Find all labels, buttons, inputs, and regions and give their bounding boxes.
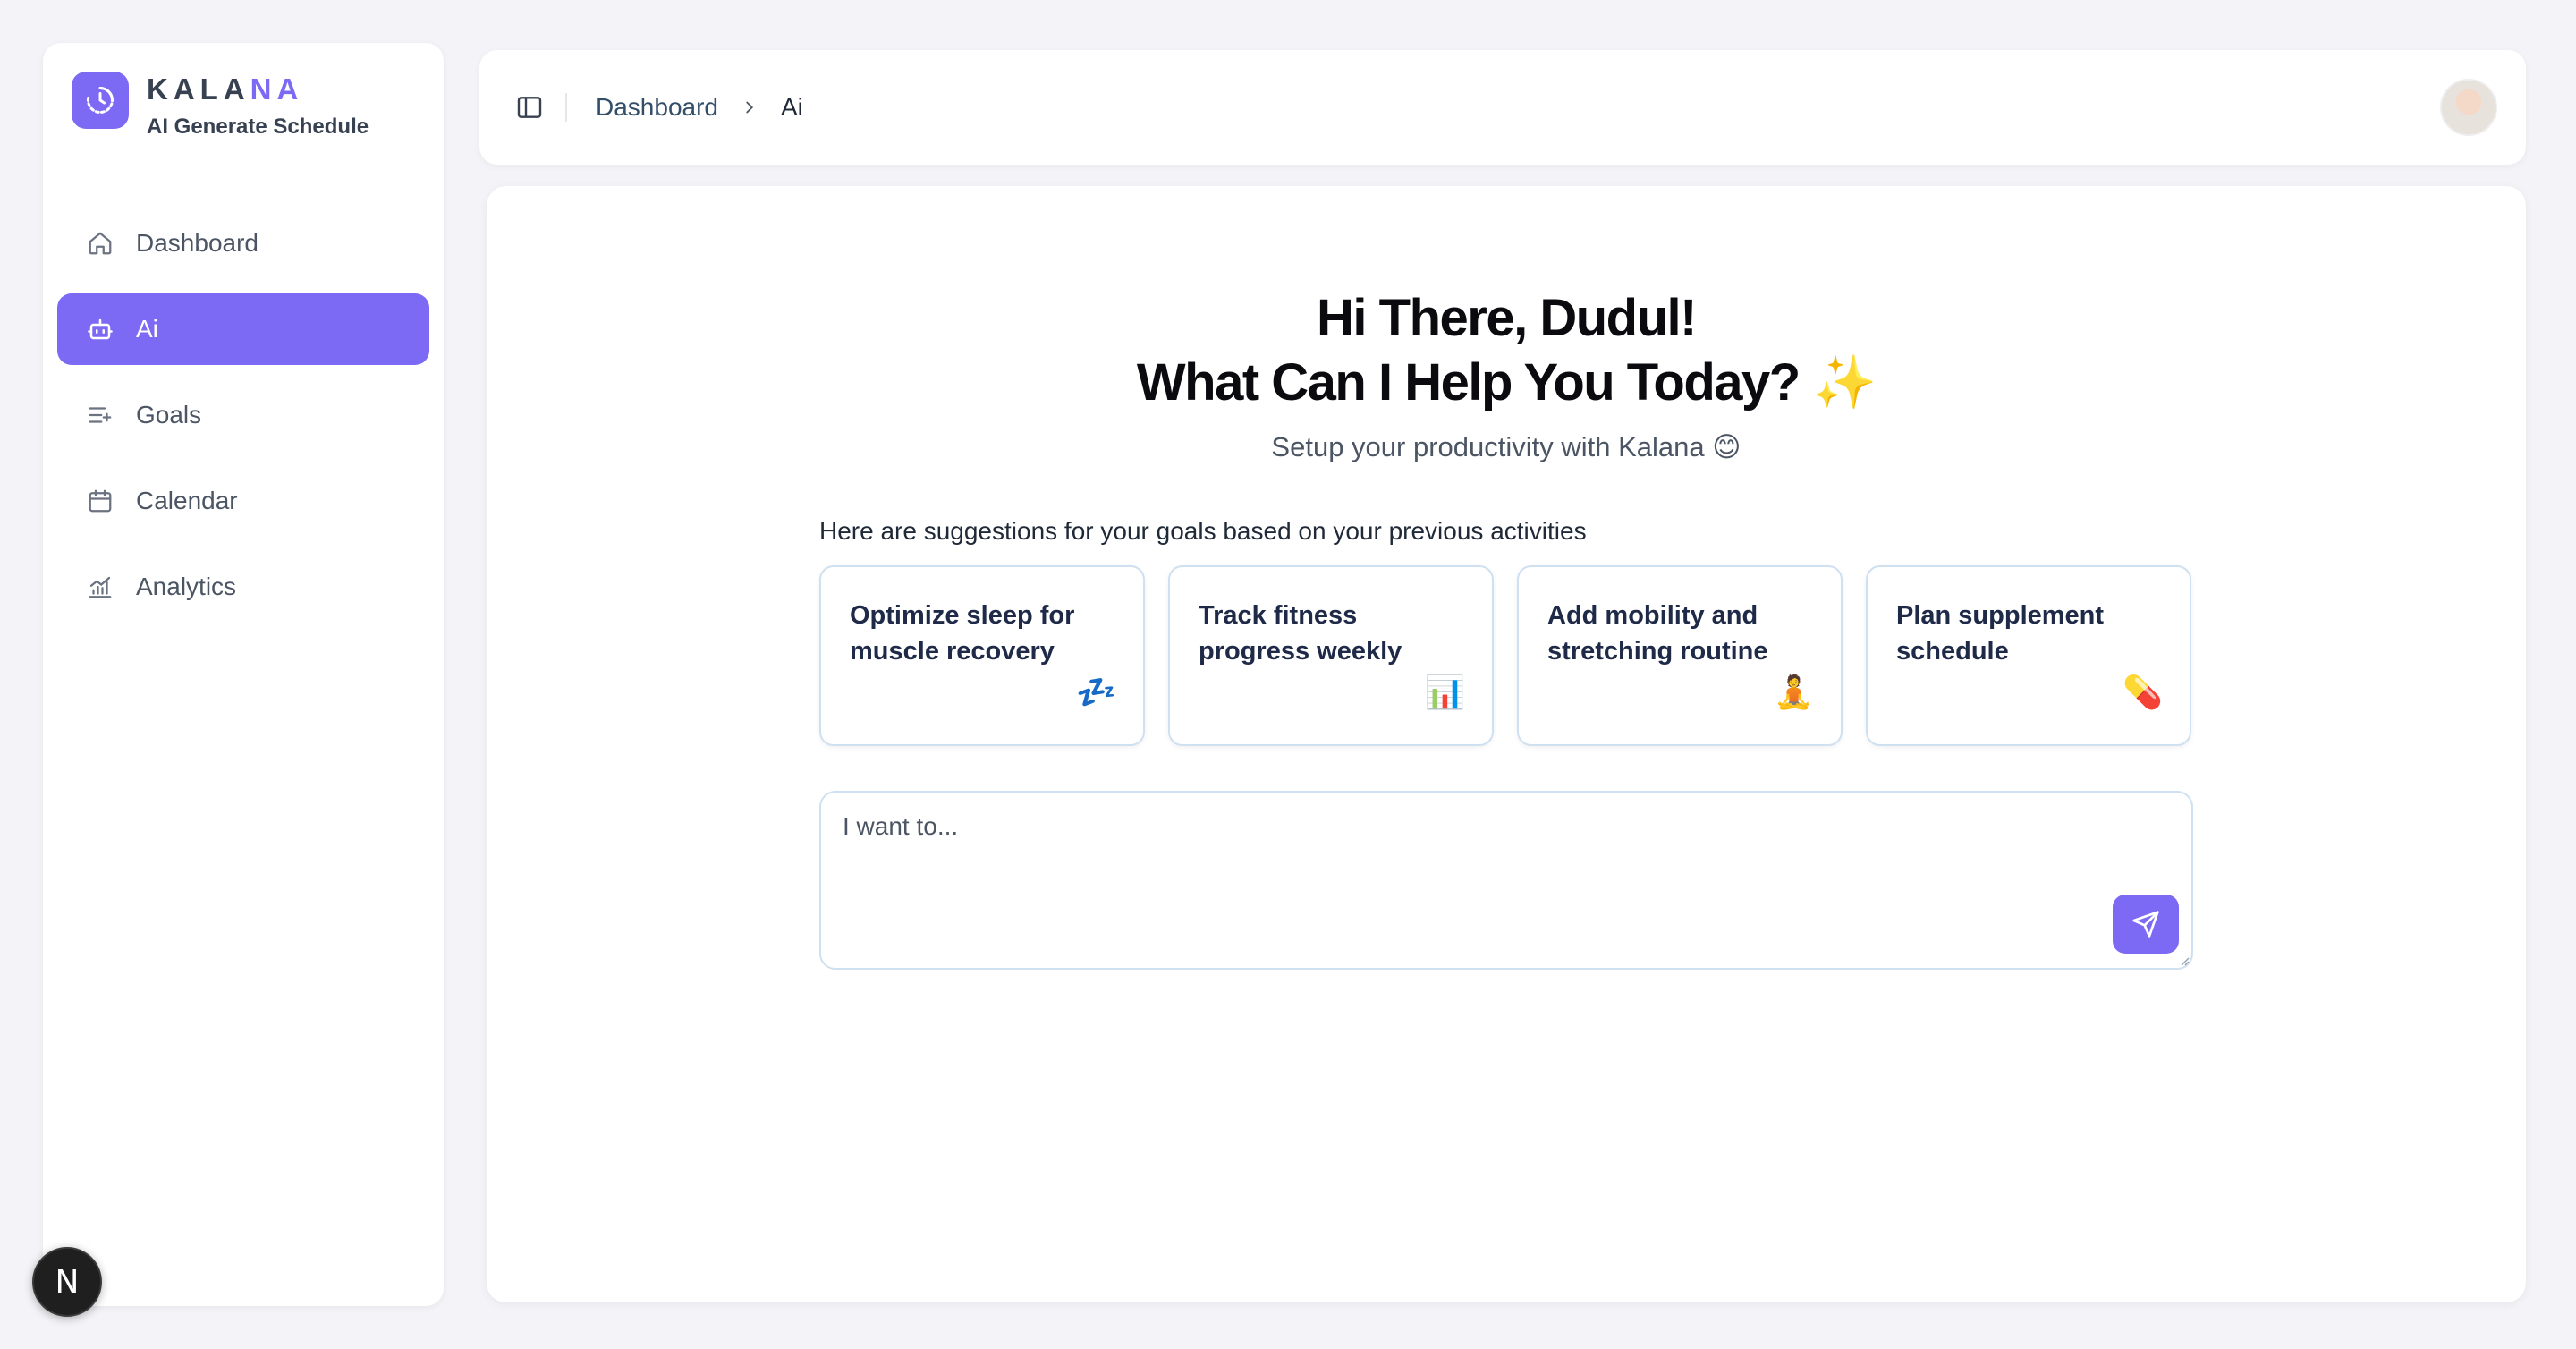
sidebar: KALANA AI Generate Schedule Dashboard Ai… [43, 43, 444, 1306]
sidebar-item-analytics[interactable]: Analytics [57, 551, 429, 623]
sidebar-item-goals[interactable]: Goals [57, 379, 429, 451]
sidebar-item-ai[interactable]: Ai [57, 293, 429, 365]
next-logo-icon: N [55, 1263, 80, 1301]
suggestion-card[interactable]: Plan supplement schedule 💊 [1866, 565, 2191, 746]
suggestion-text: Plan supplement schedule [1896, 601, 2105, 666]
prompt-input[interactable] [821, 793, 2191, 968]
sidebar-item-dashboard[interactable]: Dashboard [57, 208, 429, 279]
breadcrumb-dashboard[interactable]: Dashboard [596, 93, 718, 122]
ai-panel: Hi There, Dudul! What Can I Help You Tod… [487, 186, 2526, 1302]
prompt-composer [819, 791, 2193, 970]
sidebar-nav: Dashboard Ai Goals Calendar Analytics [57, 208, 429, 637]
suggestion-card[interactable]: Track fitness progress weekly 📊 [1168, 565, 1494, 746]
sleep-emoji-icon: 💤 [1076, 674, 1116, 710]
sidebar-toggle-icon [517, 97, 542, 118]
breadcrumb-current: Ai [780, 93, 803, 121]
send-button[interactable] [2113, 895, 2179, 954]
sidebar-item-label: Ai [136, 315, 158, 343]
sidebar-item-label: Dashboard [136, 229, 258, 257]
home-icon [86, 229, 114, 258]
greeting: Hi There, Dudul! What Can I Help You Tod… [487, 286, 2526, 415]
robot-icon [86, 315, 114, 344]
suggestion-text: Add mobility and stretching routine [1547, 601, 1768, 666]
page-subtitle: Setup your productivity with Kalana 😊 [1271, 431, 1741, 462]
brand-name: KALANA [147, 72, 304, 106]
suggestions-title: Here are suggestions for your goals base… [819, 517, 1587, 545]
greeting-line-1: Hi There, Dudul! [1317, 289, 1697, 347]
brand[interactable]: KALANA AI Generate Schedule [72, 72, 369, 140]
dev-tools-badge[interactable]: N [32, 1247, 102, 1317]
suggestion-cards: Optimize sleep for muscle recovery 💤 Tra… [819, 565, 2193, 746]
chevron-right-icon [740, 98, 759, 117]
suggestion-card[interactable]: Add mobility and stretching routine 🧘 [1517, 565, 1843, 746]
sidebar-item-label: Calendar [136, 487, 238, 514]
suggestion-text: Optimize sleep for muscle recovery [850, 601, 1075, 666]
suggestion-card[interactable]: Optimize sleep for muscle recovery 💤 [819, 565, 1145, 746]
chart-icon [86, 573, 114, 601]
sidebar-item-label: Goals [136, 401, 202, 428]
sidebar-item-label: Analytics [136, 573, 237, 600]
bar-chart-emoji-icon: 📊 [1425, 674, 1465, 710]
divider [565, 93, 567, 122]
calendar-icon [86, 487, 114, 515]
pill-emoji-icon: 💊 [2123, 674, 2163, 710]
sidebar-item-calendar[interactable]: Calendar [57, 465, 429, 537]
top-bar: Dashboard Ai [479, 50, 2526, 165]
send-icon [2132, 911, 2159, 938]
suggestion-text: Track fitness progress weekly [1199, 601, 1402, 666]
brand-subtitle: AI Generate Schedule [147, 115, 369, 140]
avatar[interactable] [2440, 79, 2497, 136]
sidebar-toggle-button[interactable] [512, 89, 547, 125]
resize-handle-icon[interactable] [2177, 954, 2190, 966]
greeting-line-2: What Can I Help You Today? ✨ [1136, 353, 1877, 411]
list-plus-icon [86, 401, 114, 429]
clock-logo-icon [72, 72, 129, 129]
breadcrumb: Dashboard Ai [596, 89, 803, 125]
meditation-emoji-icon: 🧘 [1774, 674, 1814, 710]
